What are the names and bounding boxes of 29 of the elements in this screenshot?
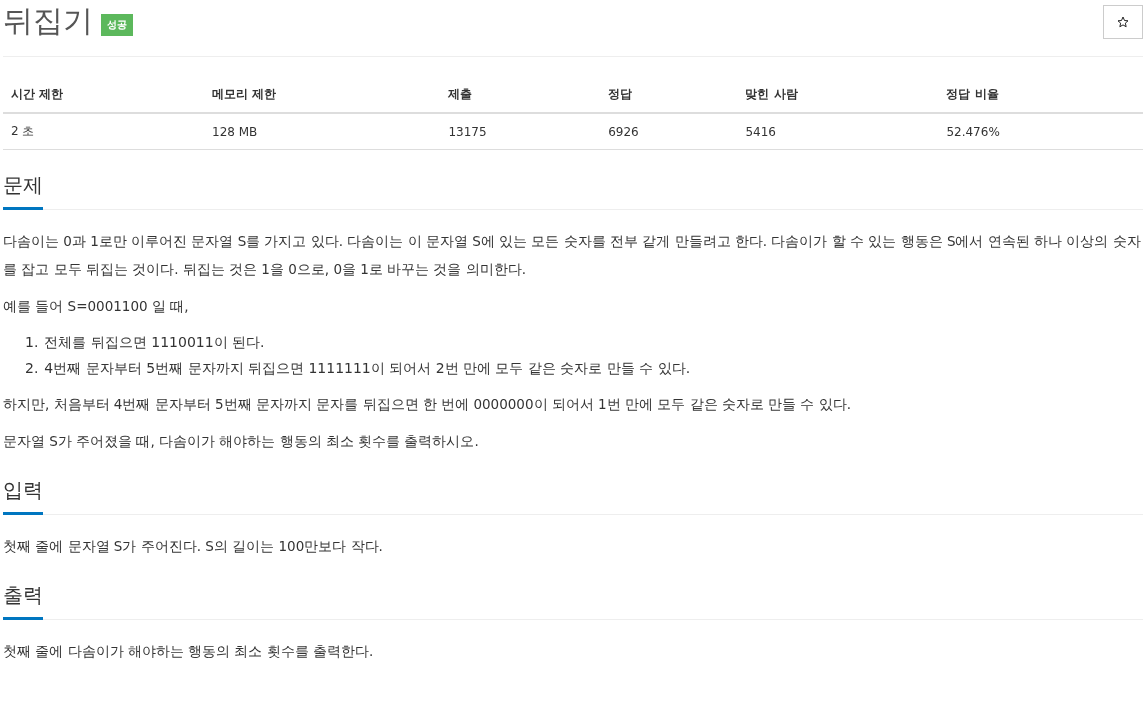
status-badge: 성공 bbox=[101, 14, 133, 36]
table-cell: 6926 bbox=[600, 113, 738, 150]
list-number: 2. bbox=[25, 359, 39, 378]
column-header: 메모리 제한 bbox=[204, 77, 441, 113]
star-icon bbox=[1117, 16, 1129, 28]
column-header: 맞힌 사람 bbox=[737, 77, 939, 113]
paragraph: 예를 들어 S=0001100 일 때, bbox=[3, 297, 190, 316]
section-heading: 출력 bbox=[3, 578, 43, 620]
column-header: 제출 bbox=[440, 77, 601, 113]
table-cell: 52.476% bbox=[938, 113, 1143, 150]
paragraph: 첫째 줄에 다솜이가 해야하는 행동의 최소 횟수를 출력한다. bbox=[3, 642, 375, 661]
column-header: 시간 제한 bbox=[3, 77, 204, 113]
column-header: 정답 bbox=[600, 77, 738, 113]
paragraph: 문자열 S가 주어졌을 때, 다솜이가 해야하는 행동의 최소 횟수를 출력하시오. bbox=[3, 432, 480, 451]
section-heading: 입력 bbox=[3, 473, 43, 515]
problem-title: 뒤집기 bbox=[3, 1, 93, 40]
list-number: 1. bbox=[25, 333, 39, 352]
table-cell: 13175 bbox=[440, 113, 601, 150]
column-header: 정답 비율 bbox=[938, 77, 1143, 113]
favorite-button[interactable] bbox=[1103, 5, 1143, 39]
section-heading: 문제 bbox=[3, 168, 43, 210]
list-item: 4번째 문자부터 5번째 문자까지 뒤집으면 1111111이 되어서 2번 만에 모두 같은 숫자로 만들 수 있다. bbox=[44, 359, 691, 378]
paragraph: 하지만, 처음부터 4번째 문자부터 5번째 문자까지 문자를 뒤집으면 한 번에 0000000이 되어서 1번 만에 모두 같은 숫자로 만들 수 있다. bbox=[3, 395, 852, 414]
list-item: 전체를 뒤집으면 1110011이 된다. bbox=[44, 333, 265, 352]
paragraph: 첫째 줄에 문자열 S가 주어진다. S의 길이는 100만보다 작다. bbox=[3, 537, 384, 556]
table-cell: 128 MB bbox=[204, 113, 441, 150]
table-cell: 5416 bbox=[737, 113, 939, 150]
paragraph: 다솜이는 0과 1로만 이루어진 문자열 S를 가지고 있다. 다솜이는 이 문자열 S에 있는 모든 숫자를 전부 같게 만들려고 한다. 다솜이가 할 수 있는 행동은 S에서 연속된 하나 이상의 숫자를 잡고 모두 뒤집는 것이다. 뒤집는 것은 1을 0으로, 0을 1로 바꾸는 것을 의미한다. bbox=[3, 232, 1142, 279]
table-cell: 2 초 bbox=[3, 113, 204, 150]
